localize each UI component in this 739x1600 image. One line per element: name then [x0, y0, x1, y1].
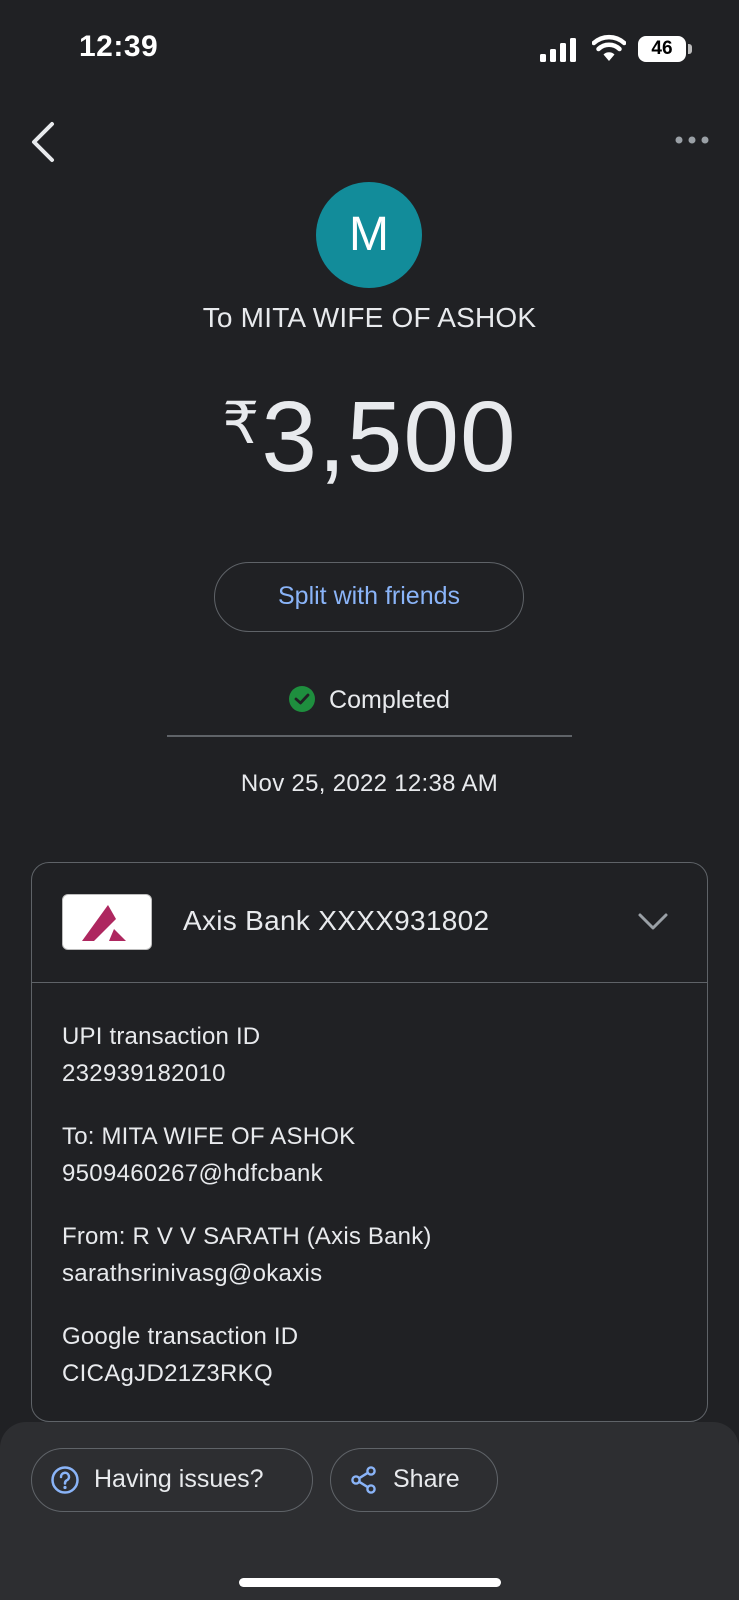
transaction-status: Completed [0, 686, 739, 715]
home-indicator[interactable] [239, 1578, 501, 1587]
detail-value: 232939182010 [62, 1060, 226, 1087]
status-time: 12:39 [79, 30, 159, 63]
battery-tip [688, 44, 692, 54]
detail-to: To: MITA WIFE OF ASHOK 9509460267@hdfcba… [62, 1119, 677, 1193]
axis-bank-logo-icon [62, 894, 152, 950]
transaction-datetime: Nov 25, 2022 12:38 AM [240, 770, 499, 797]
amount-value: 3,500 [261, 381, 517, 493]
more-options-icon[interactable] [672, 128, 712, 152]
share-icon [351, 1466, 376, 1494]
transaction-details-card: Axis Bank XXXX931802 UPI transaction ID … [31, 862, 708, 1422]
chevron-down-icon[interactable] [636, 907, 670, 935]
having-issues-button[interactable]: Having issues? [31, 1448, 313, 1512]
share-button[interactable]: Share [330, 1448, 498, 1512]
status-bar: 12:39 46 [0, 0, 739, 100]
details-list: UPI transaction ID 232939182010 To: MITA… [32, 983, 707, 1393]
check-circle-icon [289, 686, 316, 712]
divider [167, 735, 572, 737]
bottom-action-bar: Having issues? Share [0, 1422, 739, 1600]
wifi-icon [592, 34, 626, 61]
currency-symbol: ₹ [222, 391, 260, 456]
detail-value: sarathsrinivasg@okaxis [62, 1260, 323, 1287]
back-button[interactable] [24, 118, 64, 166]
detail-value: 9509460267@hdfcbank [62, 1160, 323, 1187]
bank-account-row[interactable]: Axis Bank XXXX931802 [32, 863, 707, 983]
detail-google-transaction-id: Google transaction ID CICAgJD21Z3RKQ [62, 1319, 677, 1393]
detail-value: CICAgJD21Z3RKQ [62, 1360, 273, 1387]
amount: ₹3,500 [0, 380, 739, 495]
cellular-signal-icon [540, 38, 576, 62]
battery-icon: 46 [638, 36, 686, 62]
detail-upi-transaction-id: UPI transaction ID 232939182010 [62, 1019, 677, 1093]
transaction-details-screen: 12:39 46 M To MITA WIFE OF ASHOK ₹3,500 … [0, 0, 739, 1600]
recipient-name: To MITA WIFE OF ASHOK [202, 302, 537, 333]
detail-from: From: R V V SARATH (Axis Bank) sarathsri… [62, 1219, 677, 1293]
payee-avatar: M [316, 182, 422, 288]
help-circle-icon [51, 1466, 79, 1494]
split-with-friends-button[interactable]: Split with friends [214, 562, 524, 632]
bank-account-label: Axis Bank XXXX931802 [183, 905, 490, 936]
status-label: Completed [329, 686, 450, 714]
share-label: Share [393, 1465, 460, 1493]
detail-label: UPI transaction ID [62, 1023, 261, 1050]
having-issues-label: Having issues? [94, 1465, 264, 1493]
detail-label: From: R V V SARATH (Axis Bank) [62, 1223, 432, 1250]
detail-label: To: MITA WIFE OF ASHOK [62, 1123, 356, 1150]
detail-label: Google transaction ID [62, 1323, 299, 1350]
